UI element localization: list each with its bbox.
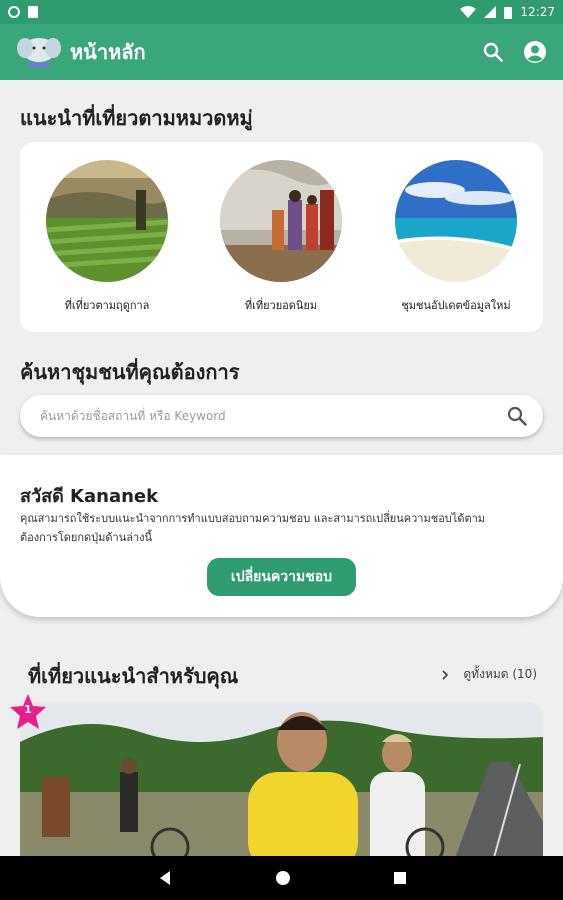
status-time: 12:27 — [520, 5, 555, 19]
main-content: แนะนำที่เที่ยวตามหมวดหมู่ ที่เที่ยวตามฤด… — [0, 80, 563, 856]
recommendation-card[interactable] — [20, 702, 543, 856]
preference-description: คุณสามารถใช้ระบบแนะนำจากการทำแบบสอบถามคว… — [20, 512, 486, 544]
change-preference-button[interactable]: เปลี่ยนความชอบ — [207, 558, 356, 596]
notification-dot-icon — [8, 6, 20, 18]
see-all-label: ดูทั้งหมด (10) — [463, 667, 537, 681]
page-title: หน้าหลัก — [70, 40, 146, 64]
elephant-logo-icon — [17, 38, 61, 68]
recommendation-photo — [20, 702, 543, 856]
rank-number: 1 — [24, 703, 32, 716]
recents-icon[interactable] — [392, 870, 408, 886]
categories-card: ที่เที่ยวตามฤดูกาล ที่เที่ยวยอดนิยม ชุมช… — [20, 142, 543, 332]
rank-badge: 1 — [8, 692, 48, 732]
back-icon[interactable] — [156, 869, 174, 887]
account-icon — [524, 41, 546, 63]
search-button[interactable] — [481, 40, 505, 64]
search-icon — [483, 42, 503, 62]
system-nav-bar — [0, 856, 563, 900]
search-input[interactable]: ค้นหาด้วยชื่อสถานที่ หรือ Keyword — [40, 407, 507, 426]
search-section-title: ค้นหาชุมชนที่คุณต้องการ — [20, 360, 240, 384]
category-updated[interactable]: ชุมชนอัปเดตข้อมูลใหม่ — [371, 160, 541, 314]
app-bar: หน้าหลัก — [0, 24, 563, 80]
search-field[interactable]: ค้นหาด้วยชื่อสถานที่ หรือ Keyword — [20, 395, 543, 437]
signal-icon — [484, 6, 497, 18]
home-icon[interactable] — [274, 869, 292, 887]
profile-button[interactable] — [523, 40, 547, 64]
greeting: สวัสดี Kananek — [20, 486, 159, 507]
category-popular[interactable]: ที่เที่ยวยอดนิยม — [196, 160, 366, 314]
sim-card-icon — [28, 6, 38, 18]
festival-photo-icon — [220, 160, 342, 282]
battery-icon — [504, 6, 513, 19]
category-label: ที่เที่ยวยอดนิยม — [244, 299, 318, 312]
chevron-right-icon — [442, 669, 449, 680]
see-all-link[interactable]: ดูทั้งหมด (10) — [441, 665, 537, 684]
wifi-icon — [460, 6, 477, 18]
categories-title: แนะนำที่เที่ยวตามหมวดหมู่ — [20, 106, 253, 130]
category-seasonal[interactable]: ที่เที่ยวตามฤดูกาล — [22, 160, 192, 314]
beach-photo-icon — [395, 160, 517, 282]
recommendations-title: ที่เที่ยวแนะนำสำหรับคุณ — [28, 664, 239, 688]
tea-plantation-photo-icon — [46, 160, 168, 282]
status-bar: 12:27 — [0, 0, 563, 24]
search-icon[interactable] — [507, 406, 527, 426]
preference-card: สวัสดี Kananek คุณสามารถใช้ระบบแนะนำจากก… — [0, 455, 563, 617]
category-label: ที่เที่ยวตามฤดูกาล — [64, 299, 150, 312]
category-label: ชุมชนอัปเดตข้อมูลใหม่ — [401, 299, 511, 312]
